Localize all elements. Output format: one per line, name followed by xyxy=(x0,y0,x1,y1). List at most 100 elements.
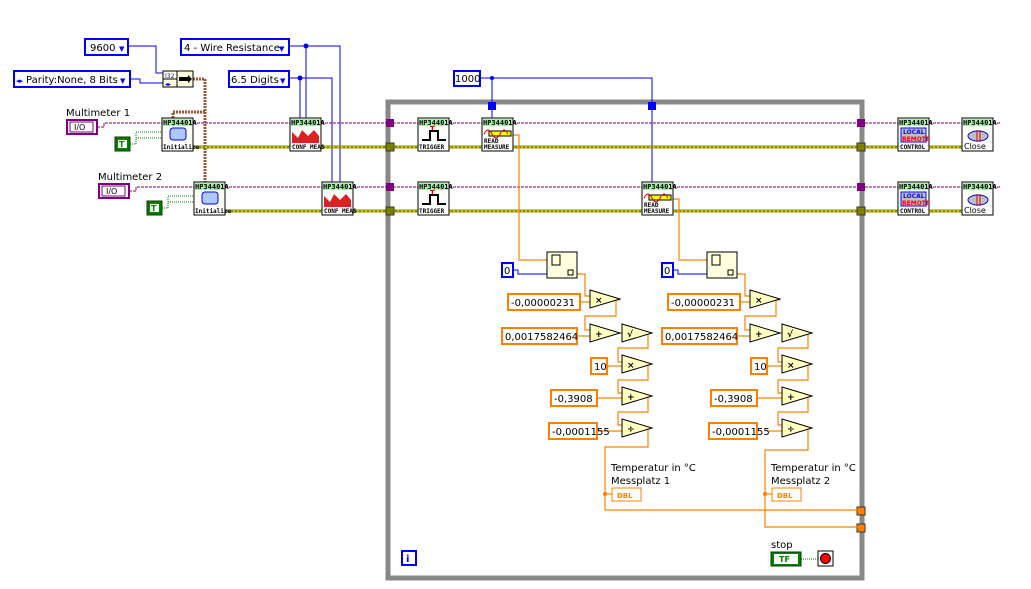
index-array-node-2[interactable] xyxy=(706,251,738,279)
control-node-1[interactable]: HP34401A LOCALREMOTECONTROL xyxy=(897,117,934,152)
svg-text:TRIGGER: TRIGGER xyxy=(419,208,445,215)
multimeter-1-label: Multimeter 1 xyxy=(66,108,130,119)
resolution-control[interactable]: 6.5 Digits ▼ xyxy=(228,70,290,88)
index-constant-1[interactable]: 0 xyxy=(501,262,514,278)
block-diagram: 9600 ▼ ◂▸ Parity:None, 8 Bits ▼ 4 - Wire… xyxy=(13,38,1000,581)
svg-text:MEASURE: MEASURE xyxy=(644,208,670,215)
svg-text:T: T xyxy=(430,189,435,197)
control-node-2[interactable]: HP34401A LOCALREMOTECONTROL xyxy=(897,181,934,216)
disconnect-icon xyxy=(967,130,989,142)
loop-delay-constant[interactable]: 1000 xyxy=(453,70,481,87)
read-measure-node-1[interactable]: HP34401AREADMEASURE xyxy=(481,117,518,152)
svg-text:Close: Close xyxy=(964,206,986,215)
dropdown-arrow-icon: ▼ xyxy=(120,77,126,85)
iteration-info-icon: i xyxy=(401,550,417,566)
svg-text:HP34401A: HP34401A xyxy=(163,119,198,127)
svg-text:LOCAL: LOCAL xyxy=(903,193,925,200)
dropdown-arrow-icon: ▼ xyxy=(119,45,125,53)
math-operator-2[interactable]: + xyxy=(589,323,622,343)
close-node-1[interactable]: HP34401A Close xyxy=(961,117,998,152)
temperature-indicator-2[interactable]: Temperatur in °C Messplatz 2 DBL xyxy=(770,463,856,502)
svg-text:+: + xyxy=(595,330,603,340)
svg-text:REMOTE: REMOTE xyxy=(902,136,930,143)
config-node-1[interactable]: HP34401A CONF MEAS xyxy=(289,117,326,152)
numeric-constant[interactable]: -0,3908 xyxy=(550,389,598,407)
svg-text:HP34401A: HP34401A xyxy=(483,119,518,127)
disconnect-icon xyxy=(967,194,989,206)
svg-text:Temperatur in °C: Temperatur in °C xyxy=(610,463,696,474)
svg-text:HP34401A: HP34401A xyxy=(963,183,998,191)
svg-text:Messplatz 2: Messplatz 2 xyxy=(771,476,830,487)
multimeter-2-bool-constant[interactable]: T xyxy=(146,200,163,216)
reset-icon xyxy=(169,127,187,141)
svg-text:TRIGGER: TRIGGER xyxy=(419,144,445,151)
numeric-constant[interactable]: 0,0017582464 xyxy=(501,327,578,345)
svg-text:MEASURE: MEASURE xyxy=(484,144,510,151)
svg-text:0: 0 xyxy=(664,266,670,277)
svg-text:0,0017582464: 0,0017582464 xyxy=(505,332,578,343)
svg-text:0: 0 xyxy=(504,266,510,277)
svg-text:×: × xyxy=(787,361,795,371)
svg-text:Initialize: Initialize xyxy=(195,208,232,215)
svg-text:Initialize: Initialize xyxy=(163,144,200,151)
stop-button-control[interactable]: TF xyxy=(770,551,802,567)
parity-control[interactable]: ◂▸ Parity:None, 8 Bits ▼ xyxy=(13,70,131,88)
initialize-node-1[interactable]: HP34401A Initialize xyxy=(161,117,200,152)
svg-text:DBL: DBL xyxy=(617,492,633,500)
svg-text:-0,0001155: -0,0001155 xyxy=(712,427,770,438)
svg-text:Parity:None, 8 Bits: Parity:None, 8 Bits xyxy=(26,75,118,86)
svg-text:CONF MEAS: CONF MEAS xyxy=(292,144,325,151)
svg-text:×: × xyxy=(627,361,635,371)
svg-text:0,0017582464: 0,0017582464 xyxy=(665,332,738,343)
numeric-constant[interactable]: -0,0001155 xyxy=(708,422,770,440)
math-operator-2[interactable]: + xyxy=(749,323,782,343)
svg-text:TF: TF xyxy=(779,555,790,564)
index-array-node-1[interactable] xyxy=(546,251,578,279)
svg-text:Temperatur in °C: Temperatur in °C xyxy=(770,463,856,474)
svg-text:HP34401A: HP34401A xyxy=(419,119,454,127)
increment-arrows-icon: ◂▸ xyxy=(16,77,24,85)
svg-text:1000: 1000 xyxy=(455,74,480,85)
trigger-node-1[interactable]: HP34401AT TRIGGER xyxy=(417,117,454,152)
numeric-constant[interactable]: 10 xyxy=(590,357,608,375)
dropdown-arrow-icon: ▼ xyxy=(280,77,286,85)
bundle-node[interactable]: I32 ◂▸ xyxy=(162,70,194,88)
svg-text:HP34401A: HP34401A xyxy=(899,119,934,127)
svg-text:-0,00000231: -0,00000231 xyxy=(511,298,575,309)
index-constant-2[interactable]: 0 xyxy=(661,262,674,278)
multimeter-1-io-control[interactable]: I/O xyxy=(66,119,98,135)
svg-text:DBL: DBL xyxy=(777,492,793,500)
svg-text:REMOTE: REMOTE xyxy=(902,200,930,207)
visa-wires xyxy=(97,122,1000,192)
numeric-constant[interactable]: -0,00000231 xyxy=(667,293,741,311)
numeric-constant[interactable]: -0,00000231 xyxy=(507,293,581,311)
numeric-constant[interactable]: 0,0017582464 xyxy=(661,327,738,345)
svg-text:T: T xyxy=(430,125,435,133)
svg-text:10: 10 xyxy=(594,362,607,373)
svg-text:Messplatz 1: Messplatz 1 xyxy=(611,476,670,487)
config-node-2[interactable]: HP34401A CONF MEAS xyxy=(321,181,358,216)
loop-tunnel xyxy=(488,102,496,110)
numeric-constant[interactable]: -0,0001155 xyxy=(548,422,610,440)
function-control[interactable]: 4 - Wire Resistance ▼ xyxy=(180,38,290,56)
multimeter-2-io-control[interactable]: I/O xyxy=(98,183,130,199)
svg-text:÷: ÷ xyxy=(627,425,635,435)
svg-text:CONF MEAS: CONF MEAS xyxy=(324,208,357,215)
numeric-constant[interactable]: -0,3908 xyxy=(710,389,758,407)
temperature-indicator-1[interactable]: Temperatur in °C Messplatz 1 DBL xyxy=(610,463,696,502)
integer-wires xyxy=(128,45,708,275)
trigger-node-2[interactable]: HP34401AT TRIGGER xyxy=(417,181,454,216)
numeric-constant[interactable]: 10 xyxy=(750,357,768,375)
svg-text:I/O: I/O xyxy=(106,187,117,196)
svg-text:CONTROL: CONTROL xyxy=(900,208,926,215)
multimeter-1-bool-constant[interactable]: T xyxy=(114,136,131,152)
initialize-node-2[interactable]: HP34401A Initialize xyxy=(193,181,232,216)
close-node-2[interactable]: HP34401A Close xyxy=(961,181,998,216)
loop-condition-stop-icon[interactable] xyxy=(817,550,834,567)
svg-text:÷: ÷ xyxy=(787,425,795,435)
baud-rate-control[interactable]: 9600 ▼ xyxy=(84,38,129,56)
svg-text:◂▸: ◂▸ xyxy=(165,81,171,88)
svg-text:CONTROL: CONTROL xyxy=(900,144,926,151)
svg-text:×: × xyxy=(755,296,763,306)
read-measure-node-2[interactable]: HP34401AREADMEASURE xyxy=(641,181,678,216)
